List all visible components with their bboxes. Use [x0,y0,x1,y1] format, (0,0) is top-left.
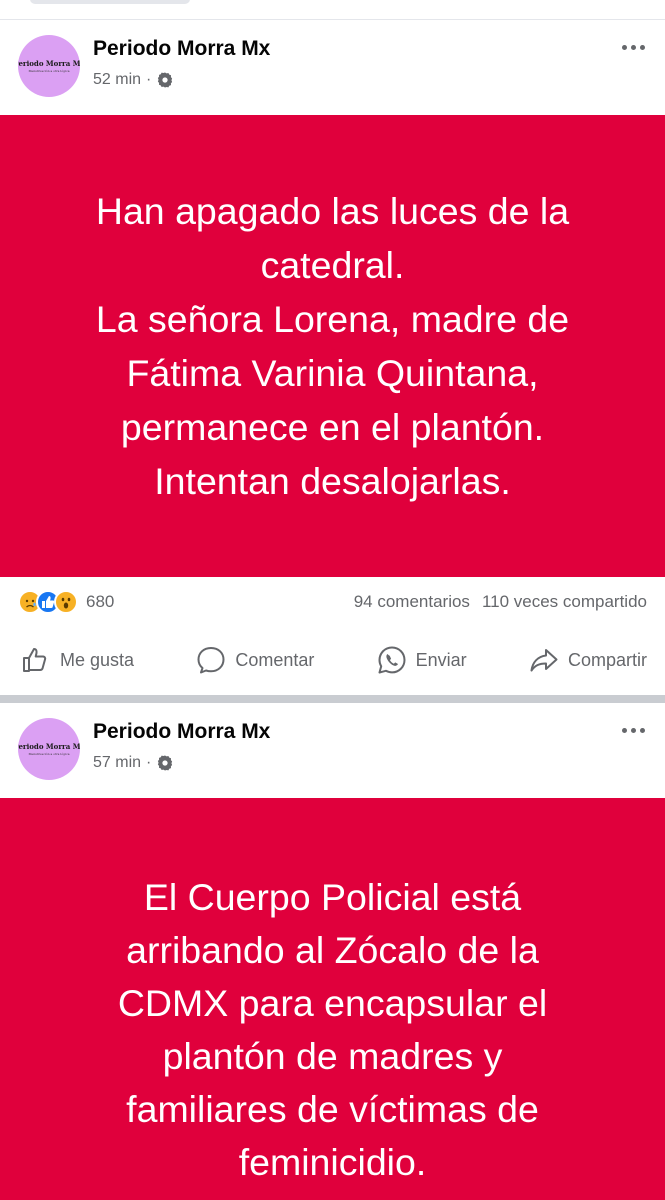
avatar-logo-text: Periodo Morra Mx [18,742,80,751]
comment-button[interactable]: Comentar [195,644,314,676]
page-avatar[interactable]: Periodo Morra Mx Menstruación a otra lóg… [18,718,80,780]
send-label: Enviar [415,649,467,670]
gear-icon[interactable] [156,754,174,772]
share-arrow-icon [530,649,558,672]
comment-bubble-icon [197,647,225,674]
comments-count[interactable]: 94 comentarios [354,592,470,612]
like-label: Me gusta [60,649,135,670]
page-avatar[interactable]: Periodo Morra Mx Menstruación a otra lóg… [18,35,80,97]
avatar-tagline: Menstruación a otra lógica [28,69,70,73]
wow-reaction-icon [54,590,78,614]
gear-icon[interactable] [156,71,174,89]
feed-post: Periodo Morra Mx Menstruación a otra lóg… [0,20,665,695]
share-button[interactable]: Compartir [528,644,647,676]
post-text-background[interactable]: Han apagado las luces de la catedral. La… [0,115,665,577]
previous-post-button-edge [30,0,190,4]
meta-separator: · [146,754,152,771]
post-actions: Me gusta Comentar Enviar Compartir [0,635,665,685]
send-button[interactable]: Enviar [376,644,467,676]
avatar-logo-text: Periodo Morra Mx [18,59,80,68]
comment-label: Comentar [235,649,315,670]
more-options-icon[interactable] [617,37,649,57]
avatar-tagline: Menstruación a otra lógica [28,752,70,756]
post-header: Periodo Morra Mx Menstruación a otra lóg… [0,703,665,798]
post-meta: 57 min · [93,754,174,772]
post-timestamp[interactable]: 57 min [93,754,141,772]
page-name-link[interactable]: Periodo Morra Mx [93,37,270,61]
post-separator [0,695,665,703]
post-meta: 52 min · [93,71,174,89]
like-button[interactable]: Me gusta [20,644,134,676]
post-text: El Cuerpo Policial está arribando al Zóc… [117,876,548,1183]
post-text: Han apagado las luces de la catedral. La… [95,190,570,502]
post-header: Periodo Morra Mx Menstruación a otra lóg… [0,20,665,115]
previous-post-edge [0,0,665,20]
meta-separator: · [146,71,152,88]
post-text-background[interactable]: El Cuerpo Policial está arribando al Zóc… [0,798,665,1200]
reaction-count[interactable]: 680 [86,592,114,612]
page-name-link[interactable]: Periodo Morra Mx [93,720,270,744]
thumbs-up-icon [23,648,47,672]
more-options-icon[interactable] [617,720,649,740]
whatsapp-icon [378,646,406,674]
reactions-summary: 680 94 comentarios 110 veces compartido [0,577,665,627]
post-timestamp[interactable]: 52 min [93,71,141,89]
reaction-icons[interactable] [18,590,78,614]
share-label: Compartir [567,649,647,670]
feed-post: Periodo Morra Mx Menstruación a otra lóg… [0,703,665,1200]
shares-count[interactable]: 110 veces compartido [482,592,647,612]
engagement-counts: 94 comentarios 110 veces compartido [354,592,647,612]
